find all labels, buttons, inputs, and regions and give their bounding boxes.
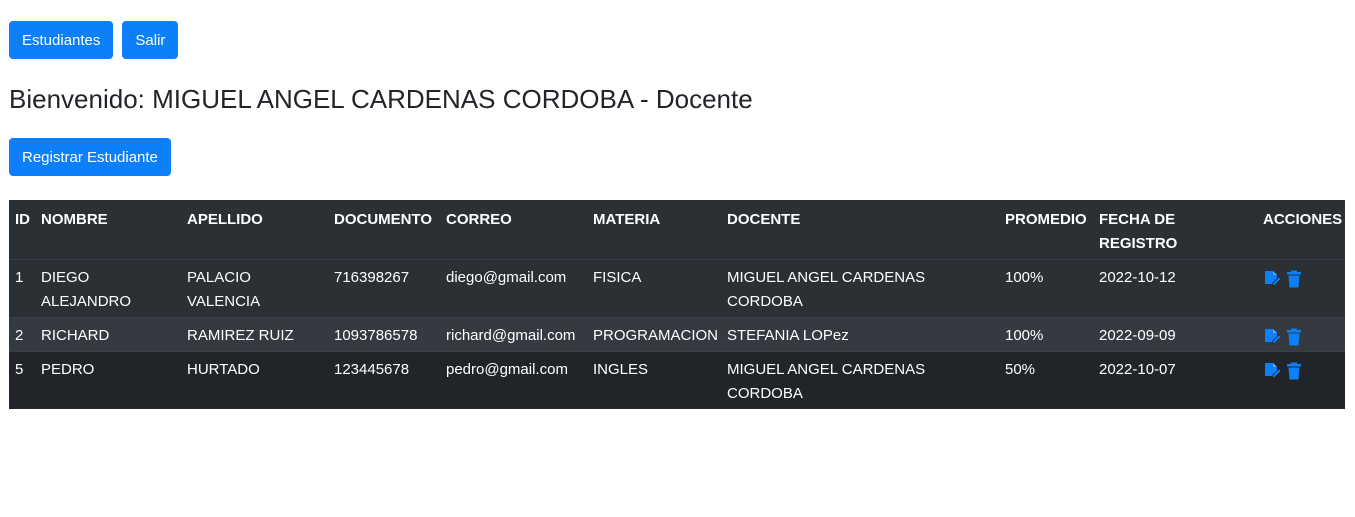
- col-header-nombre: NOMBRE: [41, 211, 108, 228]
- cell-fecha: 2022-09-09: [1093, 316, 1257, 351]
- students-button[interactable]: Estudiantes: [9, 21, 114, 59]
- cell-materia: FISICA: [587, 258, 721, 317]
- cell-materia: PROGRAMACION: [587, 316, 721, 351]
- cell-promedio: 100%: [999, 258, 1093, 317]
- col-header-fecha: FECHA DE REGISTRO: [1099, 211, 1178, 252]
- cell-docente: MIGUEL ANGEL CARDENAS CORDOBA: [721, 258, 999, 317]
- cell-documento: 123445678: [328, 350, 440, 409]
- cell-documento: 716398267: [328, 258, 440, 317]
- students-table: ID NOMBRE APELLIDO DOCUMENTO CORREO MATE…: [9, 200, 1345, 409]
- cell-promedio: 50%: [999, 350, 1093, 409]
- cell-promedio: 100%: [999, 316, 1093, 351]
- page-title: Bienvenido: MIGUEL ANGEL CARDENAS CORDOB…: [9, 84, 753, 114]
- table-row: 5 PEDRO HURTADO 123445678 pedro@gmail.co…: [9, 350, 1345, 409]
- cell-id: 1: [9, 258, 35, 317]
- logout-button[interactable]: Salir: [122, 21, 179, 59]
- col-header-acciones: ACCIONES: [1263, 211, 1343, 228]
- cell-nombre: DIEGO ALEJANDRO: [35, 258, 181, 317]
- col-header-docente: DOCENTE: [727, 211, 801, 228]
- cell-docente: MIGUEL ANGEL CARDENAS CORDOBA: [721, 350, 999, 409]
- cell-correo: diego@gmail.com: [440, 258, 587, 317]
- table-row: 2 RICHARD RAMIREZ RUIZ 1093786578 richar…: [9, 316, 1345, 351]
- top-nav: Estudiantes Salir: [9, 21, 179, 59]
- cell-apellido: RAMIREZ RUIZ: [181, 316, 328, 351]
- register-student-button[interactable]: Registrar Estudiante: [9, 138, 171, 176]
- col-header-materia: MATERIA: [593, 211, 661, 228]
- cell-apellido: HURTADO: [181, 350, 328, 409]
- cell-acciones: [1257, 258, 1345, 317]
- cell-id: 5: [9, 350, 35, 409]
- cell-acciones: [1257, 316, 1345, 351]
- trash-icon[interactable]: [1285, 270, 1303, 288]
- cell-id: 2: [9, 316, 35, 351]
- table-header-row: ID NOMBRE APELLIDO DOCUMENTO CORREO MATE…: [9, 200, 1345, 259]
- cell-nombre: PEDRO: [35, 350, 181, 409]
- col-header-correo: CORREO: [446, 211, 512, 228]
- cell-correo: pedro@gmail.com: [440, 350, 587, 409]
- cell-fecha: 2022-10-07: [1093, 350, 1257, 409]
- cell-materia: INGLES: [587, 350, 721, 409]
- cell-nombre: RICHARD: [35, 316, 181, 351]
- trash-icon[interactable]: [1285, 362, 1303, 380]
- trash-icon[interactable]: [1285, 328, 1303, 346]
- cell-docente: STEFANIA LOPez: [721, 316, 999, 351]
- col-header-documento: DOCUMENTO: [334, 211, 433, 228]
- cell-apellido: PALACIO VALENCIA: [181, 258, 328, 317]
- cell-acciones: [1257, 350, 1345, 409]
- cell-correo: richard@gmail.com: [440, 316, 587, 351]
- cell-fecha: 2022-10-12: [1093, 258, 1257, 317]
- edit-icon[interactable]: [1263, 362, 1281, 380]
- edit-icon[interactable]: [1263, 328, 1281, 346]
- cell-documento: 1093786578: [328, 316, 440, 351]
- col-header-id: ID: [15, 211, 30, 228]
- col-header-promedio: PROMEDIO: [1005, 211, 1087, 228]
- table-row: 1 DIEGO ALEJANDRO PALACIO VALENCIA 71639…: [9, 258, 1345, 317]
- col-header-apellido: APELLIDO: [187, 211, 263, 228]
- edit-icon[interactable]: [1263, 270, 1281, 288]
